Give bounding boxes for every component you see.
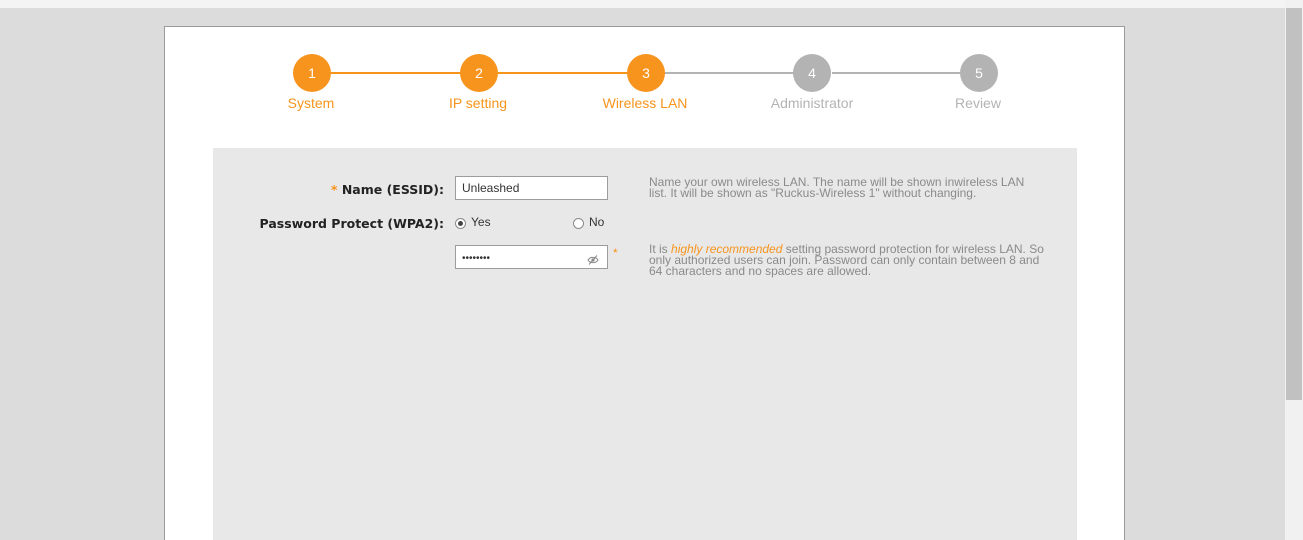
step-2-label[interactable]: IP setting	[449, 95, 507, 111]
wireless-lan-form: * Name (ESSID): Unleashed Name your own …	[213, 148, 1077, 540]
step-4-label: Administrator	[770, 95, 854, 111]
eye-slash-icon[interactable]	[587, 251, 599, 265]
step-3-circle[interactable]: 3	[627, 54, 665, 92]
name-essid-help-text: Name your own wireless LAN. The name wil…	[649, 175, 1025, 200]
step-connector-3-4	[665, 72, 795, 74]
step-1-circle[interactable]: 1	[293, 54, 331, 92]
step-connector-2-3	[498, 72, 629, 74]
scrollbar-thumb[interactable]	[1286, 8, 1302, 400]
password-protect-yes-radio[interactable]	[455, 218, 466, 229]
step-4-circle: 4	[793, 54, 831, 92]
step-3-label[interactable]: Wireless LAN	[603, 95, 688, 111]
step-connector-1-2	[331, 72, 462, 74]
password-input[interactable]: ••••••••	[455, 245, 608, 269]
required-marker: *	[330, 182, 338, 197]
password-required-marker: *	[613, 246, 618, 260]
top-strip	[0, 0, 1285, 8]
name-essid-input[interactable]: Unleashed	[455, 176, 608, 200]
password-protect-yes-label[interactable]: Yes	[471, 215, 491, 229]
step-5-label: Review	[955, 95, 1001, 111]
password-help-text: It is highly recommended setting passwor…	[649, 243, 1044, 277]
step-2-circle[interactable]: 2	[460, 54, 498, 92]
password-protect-label: Password Protect (WPA2):	[259, 216, 444, 231]
step-1-label[interactable]: System	[288, 95, 335, 111]
name-essid-label: * Name (ESSID):	[331, 182, 444, 197]
step-5-circle: 5	[960, 54, 998, 92]
password-protect-no-label[interactable]: No	[589, 215, 604, 229]
step-connector-4-5	[832, 72, 962, 74]
password-protect-no-radio[interactable]	[573, 218, 584, 229]
password-masked-value: ••••••••	[462, 253, 491, 264]
name-essid-label-text: Name (ESSID):	[341, 182, 444, 197]
